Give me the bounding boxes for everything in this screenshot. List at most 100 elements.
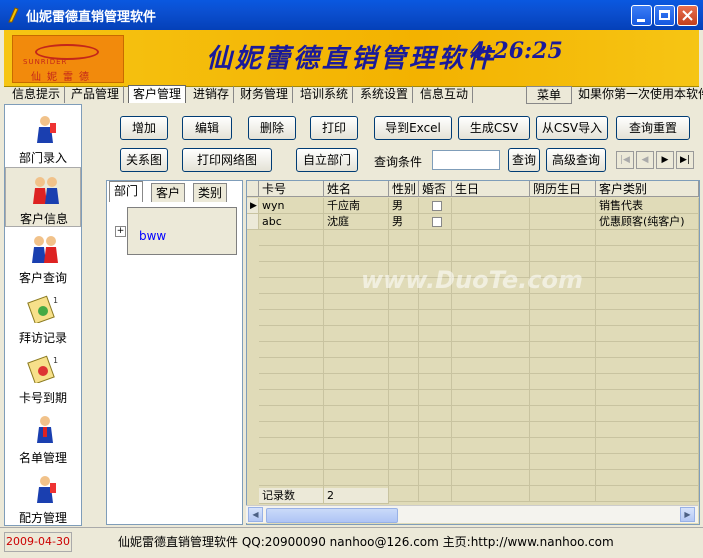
empty-cell (596, 230, 699, 246)
tab-settings[interactable]: 系统设置 (356, 86, 414, 103)
nav-item-visit-record[interactable]: 1 拜访记录 (5, 287, 81, 347)
tab-info[interactable]: 信息提示 (8, 86, 66, 103)
query-condition-label: 查询条件 (374, 155, 423, 169)
tree-panel: 部门 客户 类别 + bww (106, 180, 243, 525)
scroll-left-icon[interactable]: ◀ (248, 507, 263, 522)
make-csv-button[interactable]: 生成CSV (458, 116, 530, 140)
close-button[interactable] (677, 5, 698, 26)
print-button[interactable]: 打印 (310, 116, 358, 140)
empty-cell (530, 470, 596, 486)
delete-button[interactable]: 删除 (248, 116, 296, 140)
edit-button[interactable]: 编辑 (182, 116, 232, 140)
empty-cell (324, 342, 389, 358)
nav-item-list-manage[interactable]: 名单管理 (5, 407, 81, 467)
table-cell[interactable]: 优惠顾客(纯客户) (596, 214, 699, 230)
tree-node[interactable]: bww (139, 229, 166, 243)
scroll-thumb[interactable] (266, 508, 398, 523)
column-header[interactable]: 姓名 (324, 181, 389, 197)
expand-icon[interactable]: + (115, 226, 126, 237)
query-input[interactable] (432, 150, 500, 170)
own-department-button[interactable]: 自立部门 (296, 148, 358, 172)
department-icon (37, 116, 56, 143)
tab-inventory[interactable]: 进销存 (189, 86, 235, 103)
tab-products[interactable]: 产品管理 (67, 86, 125, 103)
tab-training[interactable]: 培训系统 (296, 86, 354, 103)
nav-label: 客户查询 (18, 271, 67, 285)
column-header[interactable]: 客户类别 (596, 181, 699, 197)
horizontal-scrollbar[interactable]: ◀ ▶ (246, 505, 698, 523)
empty-cell (389, 406, 419, 422)
tree-tab-department[interactable]: 部门 (109, 181, 144, 202)
row-indicator[interactable]: ▶ (247, 198, 259, 214)
empty-cell (259, 310, 324, 326)
tree-tab-customer[interactable]: 客户 (151, 183, 186, 202)
column-header[interactable]: 生日 (452, 181, 530, 197)
empty-cell (452, 486, 530, 502)
tab-interaction[interactable]: 信息互动 (416, 86, 474, 103)
query-button[interactable]: 查询 (508, 148, 540, 172)
empty-cell (530, 454, 596, 470)
table-cell[interactable]: wyn (259, 198, 324, 214)
table-cell[interactable]: 男 (389, 198, 419, 214)
add-button[interactable]: 增加 (120, 116, 168, 140)
empty-cell (324, 326, 389, 342)
table-cell[interactable]: 销售代表 (596, 198, 699, 214)
table-cell[interactable] (530, 214, 596, 230)
nav-item-formula-manage[interactable]: 配方管理 (5, 467, 81, 525)
tree-tab-category[interactable]: 类别 (193, 183, 228, 202)
minimize-button[interactable] (631, 5, 652, 26)
table-cell[interactable]: abc (259, 214, 324, 230)
married-checkbox[interactable] (432, 201, 442, 211)
nav-item-customer-info[interactable]: 客户信息 (5, 167, 81, 227)
column-header[interactable]: 性别 (389, 181, 419, 197)
scroll-right-icon[interactable]: ▶ (680, 507, 695, 522)
column-header[interactable]: 卡号 (259, 181, 324, 197)
nav-label: 名单管理 (18, 451, 67, 465)
next-record-button[interactable]: ▶ (656, 151, 674, 169)
table-cell[interactable] (452, 198, 530, 214)
table-cell[interactable]: 男 (389, 214, 419, 230)
empty-cell (452, 438, 530, 454)
customer-grid: 卡号 姓名 性别 婚否 生日 阴历生日 客户类别 ▶ wyn 千应南男销售代表 abc… (246, 180, 700, 525)
empty-cell (389, 326, 419, 342)
nav-label: 配方管理 (18, 511, 67, 525)
empty-cell (259, 454, 324, 470)
print-network-button[interactable]: 打印网络图 (182, 148, 272, 172)
empty-cell (259, 326, 324, 342)
table-cell[interactable] (419, 214, 452, 230)
row-indicator[interactable] (247, 214, 259, 230)
table-cell[interactable]: 沈庭 (324, 214, 389, 230)
tab-customers[interactable]: 客户管理 (128, 85, 187, 103)
table-cell[interactable]: 千应南 (324, 198, 389, 214)
advanced-query-button[interactable]: 高级查询 (546, 148, 606, 172)
import-csv-button[interactable]: 从CSV导入 (536, 116, 608, 140)
menu-button[interactable]: 菜单 (526, 86, 572, 104)
reset-query-button[interactable]: 查询重置 (616, 116, 690, 140)
first-record-button[interactable]: |◀ (616, 151, 634, 169)
married-checkbox[interactable] (432, 217, 442, 227)
nav-item-customer-query[interactable]: 客户查询 (5, 227, 81, 287)
nav-item-card-expiry[interactable]: 1 卡号到期 (5, 347, 81, 407)
empty-cell (419, 406, 452, 422)
maximize-button[interactable] (654, 5, 675, 26)
empty-cell (596, 326, 699, 342)
column-header[interactable]: 阴历生日 (530, 181, 596, 197)
tab-finance[interactable]: 财务管理 (236, 86, 294, 103)
nav-item-department[interactable]: 部门录入 (5, 107, 81, 167)
row-indicator-header (247, 181, 259, 197)
export-excel-button[interactable]: 导到Excel (374, 116, 452, 140)
prev-record-button[interactable]: ◀ (636, 151, 654, 169)
nav-label: 部门录入 (18, 151, 67, 165)
marquee-text: 如果你第一次使用本软件 (578, 87, 703, 101)
table-cell[interactable] (419, 198, 452, 214)
empty-cell (452, 230, 530, 246)
last-record-button[interactable]: ▶| (676, 151, 694, 169)
empty-cell (324, 438, 389, 454)
table-cell[interactable] (530, 198, 596, 214)
column-header[interactable]: 婚否 (419, 181, 452, 197)
empty-cell (452, 358, 530, 374)
table-cell[interactable] (452, 214, 530, 230)
relation-chart-button[interactable]: 关系图 (120, 148, 168, 172)
empty-cell (259, 422, 324, 438)
window-title: 仙妮雷德直销管理软件 (26, 10, 157, 25)
